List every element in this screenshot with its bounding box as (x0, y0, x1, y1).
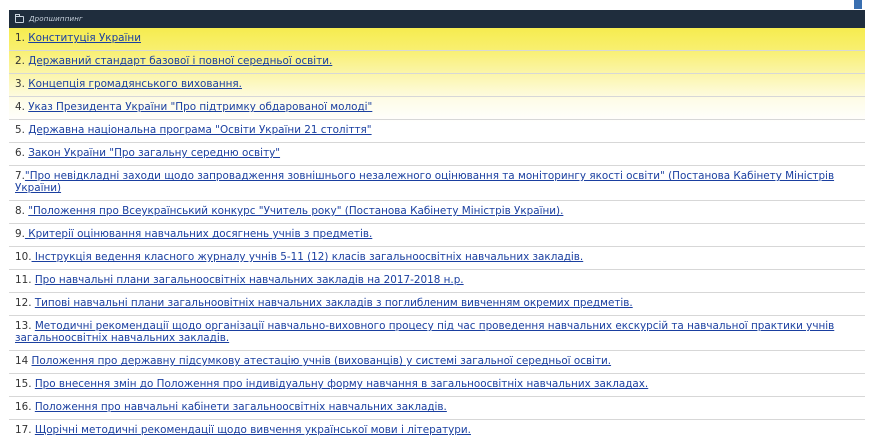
list-item: 6. Закон України "Про загальну середню о… (9, 143, 865, 166)
item-number: 4. (15, 101, 29, 113)
corner-mark (854, 0, 862, 9)
list-item: 5. Державна національна програма "Освіти… (9, 120, 865, 143)
section-header[interactable]: Дропшиппинг (9, 10, 865, 28)
item-number: 9. (15, 228, 25, 240)
document-link[interactable]: Типові навчальні плани загальноовітніх н… (35, 297, 633, 309)
document-link[interactable]: Критерії оцінювання навчальних досягнень… (25, 228, 372, 240)
item-number: 3. (15, 78, 29, 90)
document-list: 1. Конституція України 2. Державний станд… (9, 28, 865, 438)
document-link[interactable]: Методичні рекомендації щодо організації … (15, 320, 834, 344)
document-link[interactable]: Інструкція ведення класного журналу учні… (32, 251, 583, 263)
list-item: 14 Положення про державну підсумкову ате… (9, 351, 865, 374)
list-item: 1. Конституція України (9, 28, 865, 51)
document-link[interactable]: Про внесення змін до Положення про індив… (35, 378, 648, 390)
list-item: 17. Щорічні методичні рекомендації щодо … (9, 420, 865, 438)
document-link[interactable]: "Положення про Всеукраїнський конкурс "У… (28, 205, 563, 217)
item-number: 14 (15, 355, 32, 367)
item-number: 16. (15, 401, 35, 413)
document-link[interactable]: "Про невідкладні заходи щодо запроваджен… (15, 170, 834, 194)
document-link[interactable]: Державна національна програма "Освіти Ук… (28, 124, 371, 136)
document-list-panel: 1. Конституція України 2. Державний станд… (9, 28, 865, 438)
list-item: 9. Критерії оцінювання навчальних досягн… (9, 224, 865, 247)
item-number: 1. (15, 32, 29, 44)
item-number: 12. (15, 297, 35, 309)
top-bar (0, 0, 874, 10)
list-item: 3. Концепція громадянського виховання. (9, 74, 865, 97)
document-link[interactable]: Про навчальні плани загальноосвітніх нав… (35, 274, 464, 286)
folder-icon (15, 13, 24, 23)
document-link[interactable]: Закон України "Про загальну середню осві… (28, 147, 280, 159)
item-number: 10. (15, 251, 32, 263)
list-item: 11. Про навчальні плани загальноосвітніх… (9, 270, 865, 293)
item-number: 6. (15, 147, 29, 159)
list-item: 4. Указ Президента України "Про підтримк… (9, 97, 865, 120)
item-number: 11. (15, 274, 35, 286)
list-item: 16. Положення про навчальні кабінети заг… (9, 397, 865, 420)
section-title: Дропшиппинг (29, 15, 83, 23)
document-link[interactable]: Указ Президента України "Про підтримку о… (28, 101, 372, 113)
document-link[interactable]: Положення про державну підсумкову атеста… (32, 355, 612, 367)
list-item: 15. Про внесення змін до Положення про і… (9, 374, 865, 397)
list-item: 7."Про невідкладні заходи щодо запровадж… (9, 166, 865, 201)
document-link[interactable]: Концепція громадянського виховання. (28, 78, 242, 90)
item-number: 15. (15, 378, 35, 390)
item-number: 17. (15, 424, 35, 436)
document-link[interactable]: Конституція України (28, 32, 141, 44)
list-item: 8. "Положення про Всеукраїнський конкурс… (9, 201, 865, 224)
item-number: 5. (15, 124, 29, 136)
list-item: 13. Методичні рекомендації щодо організа… (9, 316, 865, 351)
document-link[interactable]: Державний стандарт базової і повної сере… (28, 55, 332, 67)
list-item: 12. Типові навчальні плани загальноовітн… (9, 293, 865, 316)
list-item: 2. Державний стандарт базової і повної с… (9, 51, 865, 74)
item-number: 7. (15, 170, 25, 182)
item-number: 2. (15, 55, 29, 67)
document-link[interactable]: Положення про навчальні кабінети загальн… (35, 401, 447, 413)
item-number: 8. (15, 205, 29, 217)
document-link[interactable]: Щорічні методичні рекомендації щодо вивч… (35, 424, 471, 436)
page-frame: Дропшиппинг 1. Конституція України 2. Дер… (0, 0, 874, 438)
list-item: 10. Інструкція ведення класного журналу … (9, 247, 865, 270)
item-number: 13. (15, 320, 35, 332)
